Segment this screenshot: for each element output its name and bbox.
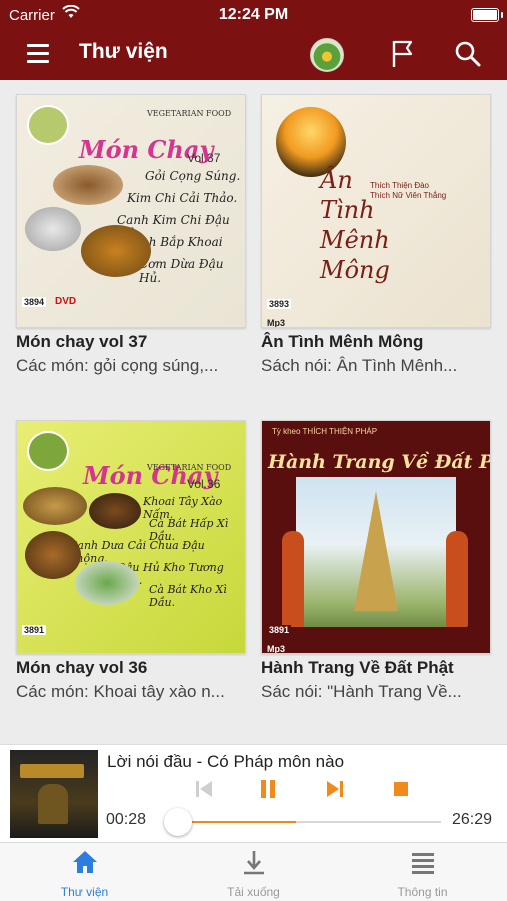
previous-track-icon[interactable] (194, 778, 214, 800)
stop-icon[interactable] (392, 778, 410, 800)
book-cover: Món Chay VEGETARIAN FOOD Vol.36 Khoai Tâ… (16, 420, 246, 654)
nav-bar: Thư viện (0, 30, 507, 80)
progress-knob[interactable] (164, 808, 192, 836)
logo-badge (27, 105, 69, 145)
dish-image (89, 493, 141, 529)
cover-code: 3891 (267, 625, 292, 635)
track-artwork[interactable] (10, 750, 98, 838)
menu-button[interactable] (24, 42, 54, 66)
flag-icon[interactable] (390, 38, 416, 70)
tab-label: Thư viện (60, 885, 109, 899)
cover-title: Hành Trang Về Đất Phật (268, 451, 490, 473)
book-description: Các món: gỏi cọng súng,... (16, 356, 219, 375)
track-title: Lời nói đầu - Có Pháp môn nào (107, 752, 345, 771)
cover-volume: Vol.36 (187, 477, 221, 491)
book-cover: Ân Tình Mênh Mông Thích Thiện Đào Thích … (261, 94, 491, 328)
tab-label: Tải xuống (227, 885, 280, 899)
cover-format: Mp3 (267, 318, 285, 328)
cover-line: Cơm Dừa Đậu Hủ. (139, 257, 224, 285)
cover-code: 3893 (267, 299, 292, 309)
cover-line: Cà Bát Kho Xì Dầu. (149, 583, 227, 609)
dish-image (25, 531, 81, 579)
mini-player[interactable]: Lời nói đầu - Có Pháp môn nào 00:28 26:2… (0, 744, 507, 843)
cover-line: Gỏi Cọng Súng. (145, 169, 241, 183)
book-description: Các món: Khoai tây xào n... (16, 682, 225, 701)
book-title: Ân Tình Mênh Mông (261, 332, 424, 351)
cover-volume: Vol.37 (187, 151, 221, 165)
book-cover: Tỳ kheo THÍCH THIỆN PHÁP Hành Trang Về Đ… (261, 420, 491, 654)
tab-info[interactable]: Thông tin (338, 843, 507, 901)
cover-line: Thích Thiện Đào (370, 181, 429, 190)
search-icon[interactable] (454, 39, 482, 69)
logo-badge (27, 431, 69, 471)
tab-label: Thông tin (397, 885, 448, 899)
status-bar: Carrier 12:24 PM (0, 0, 507, 30)
cover-code: 3894 (22, 297, 47, 307)
home-icon (73, 851, 97, 873)
book-title: Hành Trang Về Đất Phật (261, 658, 454, 677)
book-title: Món chay vol 37 (16, 332, 148, 351)
info-list-icon (412, 853, 434, 874)
monk-figure (446, 531, 468, 627)
current-time: 00:28 (106, 811, 147, 828)
monk-figure (282, 531, 304, 627)
pause-icon[interactable] (258, 778, 278, 800)
book-cover: Món Chay VEGETARIAN FOOD Vol.37 Gỏi Cọng… (16, 94, 246, 328)
cover-code: 3891 (22, 625, 47, 635)
total-time: 26:29 (452, 811, 493, 828)
dish-image (81, 225, 151, 277)
tab-downloads[interactable]: Tải xuống (169, 843, 338, 901)
clock: 12:24 PM (218, 6, 289, 23)
cover-line: Kim Chi Cải Thảo. (127, 191, 238, 205)
cover-subtitle: VEGETARIAN FOOD (147, 109, 232, 118)
dish-image (75, 561, 139, 605)
tab-library[interactable]: Thư viện (0, 843, 169, 901)
page-title: Thư viện (79, 40, 168, 63)
progress-fill (182, 821, 296, 823)
temple-spire (354, 491, 398, 611)
cover-format: DVD (55, 296, 77, 307)
cover-line: Thích Nữ Viên Thắng (370, 191, 447, 200)
book-description: Sác nói: "Hành Trang Về... (261, 682, 462, 701)
download-icon (244, 851, 264, 875)
book-description: Sách nói: Ân Tình Mênh... (261, 356, 458, 375)
next-track-icon[interactable] (325, 778, 345, 800)
cover-format: Mp3 (267, 644, 285, 654)
book-title: Món chay vol 36 (16, 658, 148, 677)
progress-track[interactable] (182, 821, 441, 823)
battery-icon (471, 8, 503, 22)
cover-subtitle: VEGETARIAN FOOD (147, 463, 232, 472)
dish-image (53, 165, 123, 205)
cover-author: Tỳ kheo THÍCH THIỆN PHÁP (272, 427, 378, 436)
top-bar: Carrier 12:24 PM Thư viện (0, 0, 507, 80)
avatar[interactable] (310, 38, 344, 72)
tab-bar: Thư viện Tải xuống Thông tin (0, 842, 507, 901)
dish-image (25, 207, 81, 251)
dish-image (23, 487, 87, 525)
